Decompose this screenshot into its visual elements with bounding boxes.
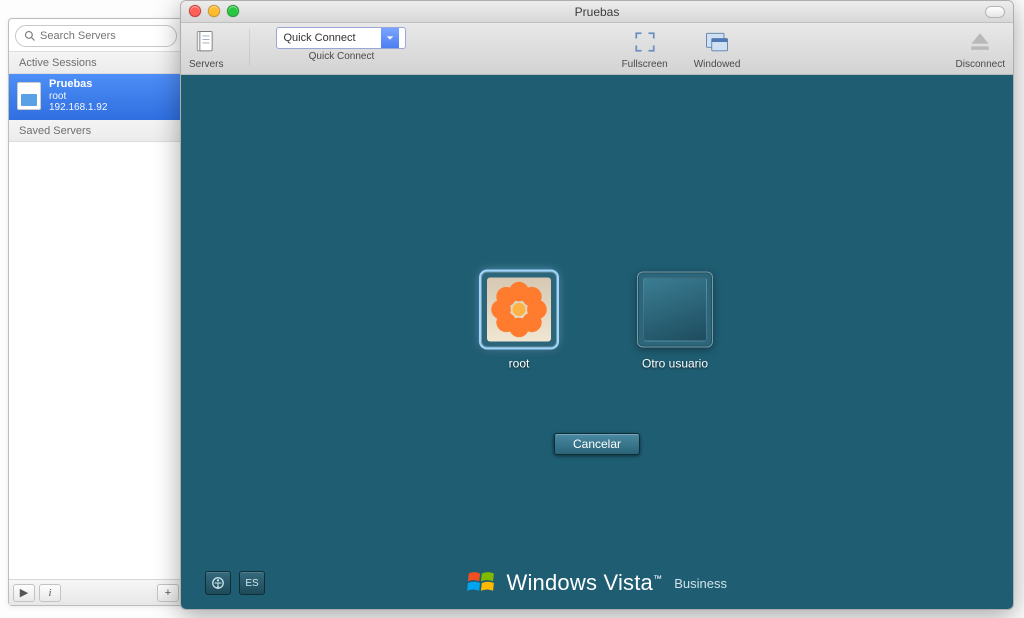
traffic-lights <box>189 5 239 17</box>
language-button[interactable]: ES <box>239 571 265 595</box>
eject-icon <box>964 27 996 57</box>
toolbar-toggle-pill[interactable] <box>985 6 1005 18</box>
toolbar-separator <box>249 29 250 65</box>
close-button[interactable] <box>189 5 201 17</box>
saved-servers-header: Saved Servers <box>9 120 183 142</box>
windows-logo-icon <box>467 570 496 596</box>
toolbar: Servers Quick Connect Fullscreen <box>181 23 1013 75</box>
footer-left-buttons: ES <box>205 571 265 595</box>
saved-servers-list <box>9 142 183 579</box>
blank-avatar-icon <box>643 277 707 341</box>
session-name: Pruebas <box>49 78 107 91</box>
user-tile-root[interactable]: root <box>481 271 557 370</box>
chevron-down-icon <box>386 34 394 42</box>
accessibility-icon <box>211 576 225 590</box>
sidebar-footer: ▶ i + <box>9 579 183 605</box>
toolbar-fullscreen-label: Fullscreen <box>622 59 668 70</box>
active-sessions-header: Active Sessions <box>9 52 183 74</box>
login-user-tiles: root Otro usuario <box>481 271 713 370</box>
plus-icon: + <box>165 587 171 599</box>
flower-avatar-icon <box>487 277 551 341</box>
toolbar-quick-connect: Quick Connect <box>276 27 406 62</box>
main-window: Pruebas Servers Quick Connect <box>180 0 1014 610</box>
user-tile-root-label: root <box>509 356 530 370</box>
search-bar <box>9 19 183 52</box>
session-text: Pruebas root 192.168.1.92 <box>49 78 107 114</box>
session-item[interactable]: Pruebas root 192.168.1.92 <box>9 74 183 120</box>
quick-connect-label: Quick Connect <box>309 51 375 62</box>
active-sessions-list: Pruebas root 192.168.1.92 <box>9 74 183 120</box>
windowed-icon <box>701 27 733 57</box>
remote-footer: ES Windows Vista™ Business <box>181 571 1013 595</box>
ease-of-access-button[interactable] <box>205 571 231 595</box>
session-ip: 192.168.1.92 <box>49 102 107 114</box>
user-tile-other[interactable]: Otro usuario <box>637 271 713 370</box>
search-icon <box>24 30 36 42</box>
session-icon <box>17 82 41 110</box>
zoom-button[interactable] <box>227 5 239 17</box>
fullscreen-icon <box>629 27 661 57</box>
toolbar-windowed-label: Windowed <box>694 59 741 70</box>
brand-edition: Business <box>674 576 727 591</box>
titlebar[interactable]: Pruebas <box>181 1 1013 23</box>
toolbar-disconnect[interactable]: Disconnect <box>956 27 1005 70</box>
minimize-button[interactable] <box>208 5 220 17</box>
user-tile-other-label: Otro usuario <box>642 356 708 370</box>
toolbar-windowed[interactable]: Windowed <box>694 27 741 70</box>
search-input[interactable] <box>40 30 168 42</box>
play-button[interactable]: ▶ <box>13 584 35 602</box>
play-icon: ▶ <box>20 586 28 599</box>
cancel-button[interactable]: Cancelar <box>554 433 640 455</box>
user-avatar-frame <box>637 271 713 347</box>
remote-screen[interactable]: root Otro usuario Cancelar ES <box>181 75 1013 609</box>
quick-connect-input[interactable] <box>277 32 381 44</box>
language-label: ES <box>245 578 258 589</box>
toolbar-servers-label: Servers <box>189 59 223 70</box>
user-avatar-frame <box>481 271 557 347</box>
sidebar: Active Sessions Pruebas root 192.168.1.9… <box>8 18 184 606</box>
search-input-wrap[interactable] <box>15 25 177 47</box>
quick-connect-dropdown[interactable] <box>381 28 399 48</box>
brand-product: Windows Vista™ <box>507 570 663 596</box>
add-button[interactable]: + <box>157 584 179 602</box>
info-icon: i <box>48 587 51 599</box>
window-title: Pruebas <box>575 5 620 19</box>
toolbar-disconnect-label: Disconnect <box>956 59 1005 70</box>
session-user: root <box>49 91 107 103</box>
servers-icon <box>190 27 222 57</box>
toolbar-servers[interactable]: Servers <box>189 27 223 70</box>
info-button[interactable]: i <box>39 584 61 602</box>
windows-brand: Windows Vista™ Business <box>467 570 727 596</box>
toolbar-fullscreen[interactable]: Fullscreen <box>622 27 668 70</box>
quick-connect-combo[interactable] <box>276 27 406 49</box>
